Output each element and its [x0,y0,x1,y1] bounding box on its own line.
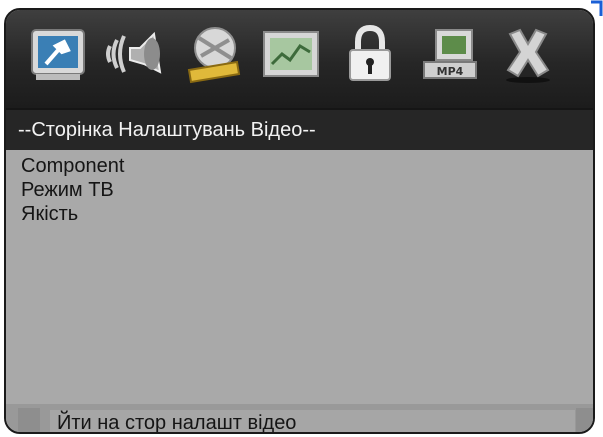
video-setup-window: MP4 --Сторінка Налаштувань Відео-- Compo… [4,8,595,434]
menu-item-quality[interactable]: Якість [21,202,593,226]
preference-setup-icon[interactable] [260,24,324,84]
mp4-setup-icon[interactable]: MP4 [416,24,480,84]
status-right-block [576,408,593,432]
password-lock-icon[interactable] [338,24,402,84]
page-title: --Сторінка Налаштувань Відео-- [6,110,593,150]
svg-text:MP4: MP4 [437,65,464,78]
general-setup-icon[interactable] [26,24,90,84]
exit-icon[interactable] [496,24,560,84]
audio-setup-icon[interactable] [104,24,168,84]
settings-menu: Component Режим ТВ Якість [6,150,593,406]
menu-item-tv-mode[interactable]: Режим ТВ [21,178,593,202]
setup-toolbar: MP4 [6,10,593,110]
status-text: Йти на стор налашт відео [50,410,575,432]
menu-item-component[interactable]: Component [21,154,593,178]
video-setup-icon[interactable] [181,24,245,84]
status-left-block [18,408,40,432]
